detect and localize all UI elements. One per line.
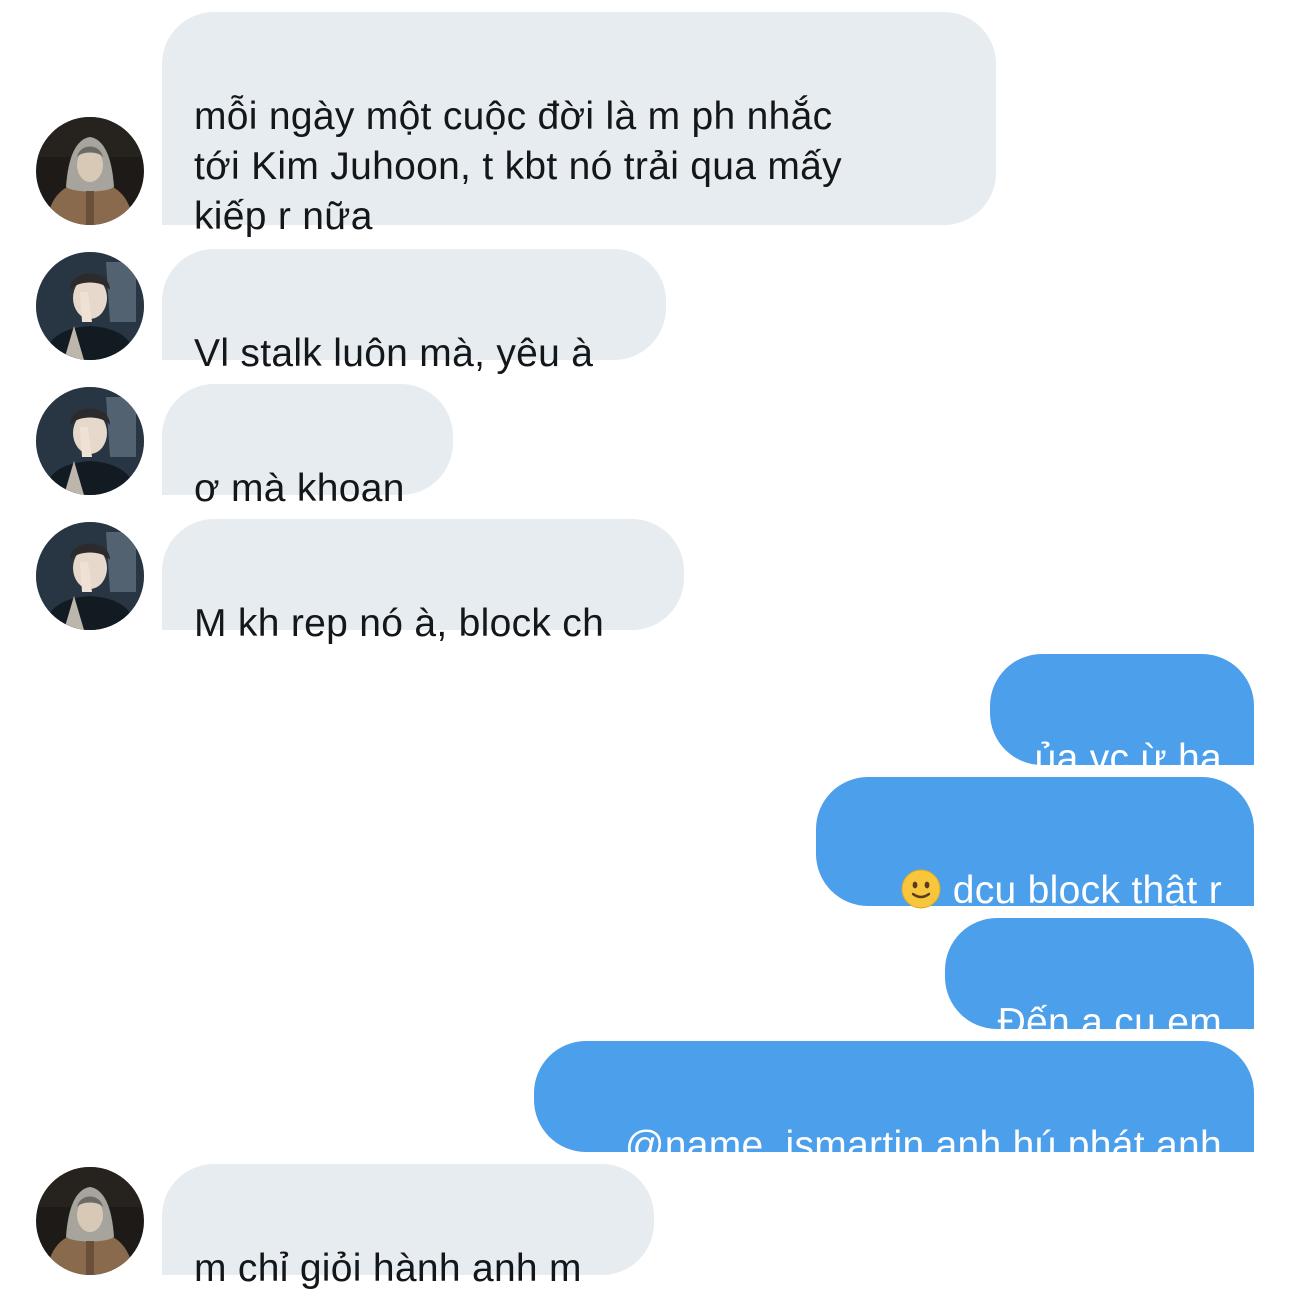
slightly-smiling-face-icon bbox=[901, 869, 941, 909]
message-bubble[interactable]: m chỉ giỏi hành anh m bbox=[162, 1164, 654, 1290]
message-bubble[interactable]: @name_ismartin anh hú phát anh bbox=[534, 1041, 1254, 1167]
message-text: m chỉ giỏi hành anh m bbox=[194, 1247, 582, 1290]
message-bubble[interactable]: Đến ạ cu em bbox=[945, 918, 1254, 1044]
message-bubble[interactable]: ủa vc ừ ha bbox=[990, 654, 1254, 780]
message-bubble[interactable]: mỗi ngày một cuộc đời là m ph nhắc tới K… bbox=[162, 12, 996, 238]
message-bubble[interactable]: Vl stalk luôn mà, yêu à bbox=[162, 249, 666, 375]
message-text: @name_ismartin anh hú phát anh bbox=[624, 1124, 1222, 1167]
message-text: Vl stalk luôn mà, yêu à bbox=[194, 332, 594, 375]
message-thread: mỗi ngày một cuộc đời là m ph nhắc tới K… bbox=[0, 0, 1290, 1302]
avatar-hoodie-icon[interactable] bbox=[36, 117, 144, 225]
message-text: Đến ạ cu em bbox=[997, 1001, 1222, 1044]
message-bubble[interactable]: M kh rep nó à, block ch bbox=[162, 519, 684, 645]
message-bubble[interactable]: dcu block thật r bbox=[816, 777, 1254, 912]
message-text: dcu block thật r bbox=[952, 869, 1222, 912]
message-text: mỗi ngày một cuộc đời là m ph nhắc tới K… bbox=[194, 95, 842, 238]
message-text: ơ mà khoan bbox=[194, 467, 405, 510]
avatar-covering-face-icon[interactable] bbox=[36, 522, 144, 630]
avatar-hoodie-icon[interactable] bbox=[36, 1167, 144, 1275]
message-bubble[interactable]: ơ mà khoan bbox=[162, 384, 453, 510]
message-text: ủa vc ừ ha bbox=[1034, 737, 1222, 780]
message-text: M kh rep nó à, block ch bbox=[194, 602, 605, 645]
avatar-covering-face-icon[interactable] bbox=[36, 252, 144, 360]
avatar-covering-face-icon[interactable] bbox=[36, 387, 144, 495]
